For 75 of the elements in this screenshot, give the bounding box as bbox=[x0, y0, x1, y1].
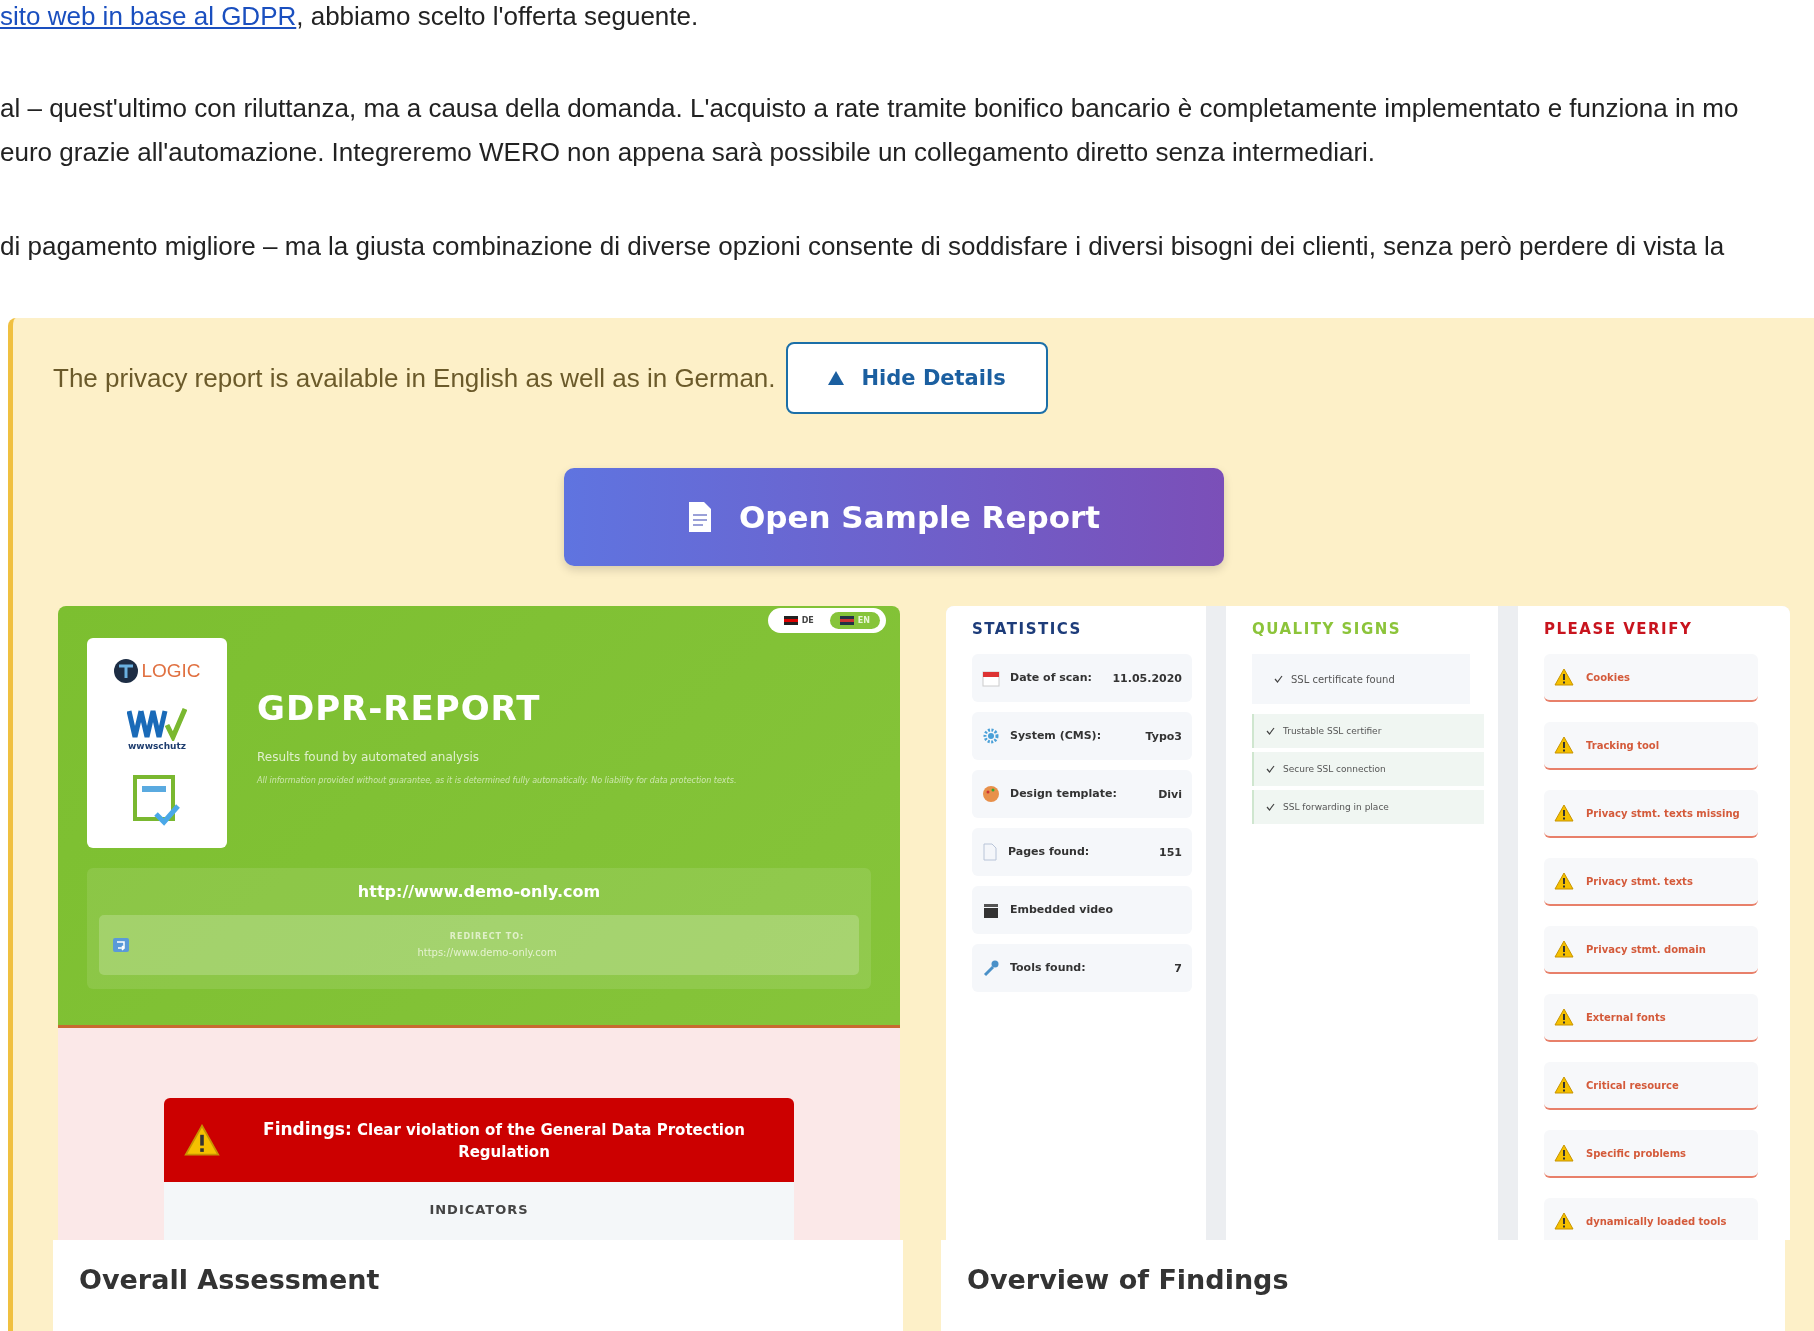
document-icon bbox=[686, 501, 713, 533]
verify-text: Privacy stmt. domain bbox=[1586, 942, 1706, 957]
warning-icon bbox=[184, 1124, 220, 1157]
logo-text: LOGIC bbox=[141, 659, 201, 682]
quality-heading: QUALITY SIGNS bbox=[1252, 620, 1403, 638]
triangle-icon bbox=[827, 371, 844, 385]
clapperboard-icon bbox=[982, 901, 1000, 919]
statistic-value: 7 bbox=[1174, 961, 1182, 975]
verify-text: Cookies bbox=[1586, 670, 1630, 685]
warning-icon bbox=[1554, 1212, 1574, 1230]
warning-icon bbox=[1554, 736, 1574, 754]
verify-text: Privacy stmt. texts bbox=[1586, 874, 1693, 889]
caption: Overview of Findings bbox=[941, 1240, 1785, 1331]
check-icon bbox=[1274, 675, 1283, 683]
logo-text: wwwschutz bbox=[128, 741, 186, 751]
wrench-icon bbox=[982, 959, 1000, 977]
language-toggle[interactable]: DE bbox=[773, 612, 824, 629]
gear-icon bbox=[982, 727, 1000, 745]
statistic-label: Design template: bbox=[1010, 786, 1118, 802]
quality-text: Trustable SSL certifier bbox=[1283, 726, 1382, 736]
open-sample-report-button[interactable]: Open Sample Report bbox=[563, 468, 1224, 566]
url-text: http://www.demo-only.com bbox=[357, 882, 601, 901]
warning-icon bbox=[1554, 940, 1574, 958]
statistic-label: Embedded video bbox=[1010, 902, 1115, 918]
redirect-label: REDIRECT TO: bbox=[449, 932, 525, 941]
verify-text: Tracking tool bbox=[1586, 738, 1660, 753]
statistic-label: Pages found: bbox=[1008, 844, 1091, 860]
flag-icon bbox=[839, 616, 854, 625]
calendar-icon bbox=[982, 669, 1000, 687]
verify-text: Critical resource bbox=[1586, 1078, 1679, 1093]
statistic-value: Typo3 bbox=[1145, 729, 1182, 743]
verify-heading: PLEASE VERIFY bbox=[1544, 620, 1694, 638]
check-icon bbox=[1266, 727, 1275, 735]
warning-icon bbox=[1554, 804, 1574, 822]
verify-text: dynamically loaded tools bbox=[1586, 1214, 1727, 1229]
report-title: GDPR-REPORT bbox=[257, 688, 542, 728]
warning-icon bbox=[1554, 668, 1574, 686]
hide-details-button[interactable]: Hide Details bbox=[785, 342, 1048, 414]
statistic-value: Divi bbox=[1158, 787, 1182, 801]
paragraph-text: , abbiamo scelto l'offerta seguente. bbox=[296, 1, 699, 31]
statistic-value: 151 bbox=[1159, 845, 1182, 859]
warning-icon bbox=[1554, 872, 1574, 890]
link[interactable]: sito web in base al GDPR bbox=[0, 1, 297, 31]
redirect-url: https://www.demo-only.com bbox=[417, 947, 557, 958]
statistics-heading: STATISTICS bbox=[972, 620, 1083, 638]
statistic-label: Tools found: bbox=[1010, 960, 1087, 976]
warning-icon bbox=[1554, 1008, 1574, 1026]
logo-icon bbox=[113, 657, 140, 684]
findings-text: Findings: Clear violation of the General Data Protection Regulation bbox=[262, 1117, 746, 1163]
quality-text: Secure SSL connection bbox=[1283, 764, 1386, 774]
paragraph-text: al – quest'ultimo con riluttanza, ma a causa della domanda. L'acquisto a rate tramite bonifico bancario è completamente implementato e funziona in mo bbox=[0, 92, 1740, 125]
statistic-label: Date of scan: bbox=[1010, 670, 1093, 686]
quality-text: SSL forwarding in place bbox=[1283, 802, 1389, 812]
verify-text: External fonts bbox=[1586, 1010, 1666, 1025]
palette-icon bbox=[982, 785, 1000, 803]
verify-text: Specific problems bbox=[1586, 1146, 1687, 1161]
verify-text: Privacy stmt. texts missing bbox=[1586, 806, 1740, 821]
logo-icon bbox=[127, 707, 187, 741]
notice-text: The privacy report is available in English as well as in German. bbox=[53, 362, 776, 394]
report-subtitle: Results found by automated analysis bbox=[257, 750, 481, 764]
page-icon bbox=[982, 843, 998, 861]
statistic-label: System (CMS): bbox=[1010, 728, 1103, 744]
check-icon bbox=[1266, 765, 1275, 773]
quality-text: SSL certificate found bbox=[1291, 673, 1395, 685]
statistic-value: 11.05.2020 bbox=[1112, 671, 1182, 685]
paragraph-text: euro grazie all'automazione. Integreremo WERO non appena sarà possibile un collegamento diretto senza intermediari. bbox=[0, 136, 1377, 169]
flag-icon bbox=[783, 616, 798, 625]
check-icon bbox=[1266, 803, 1275, 811]
warning-icon bbox=[1554, 1144, 1574, 1162]
paragraph-text: di pagamento migliore – ma la giusta combinazione di diverse opzioni consente di soddisfare i diversi bisogni dei clienti, senza però perdere di vista la bbox=[0, 230, 1726, 263]
indicators-heading: INDICATORS bbox=[429, 1202, 529, 1220]
redirect-icon bbox=[113, 938, 129, 952]
caption: Overall Assessment bbox=[53, 1240, 903, 1331]
disclaimer-text: All information provided without guarantee, as it is determined fully automatically. No liability for data protection texts. bbox=[257, 776, 737, 785]
warning-icon bbox=[1554, 1076, 1574, 1094]
